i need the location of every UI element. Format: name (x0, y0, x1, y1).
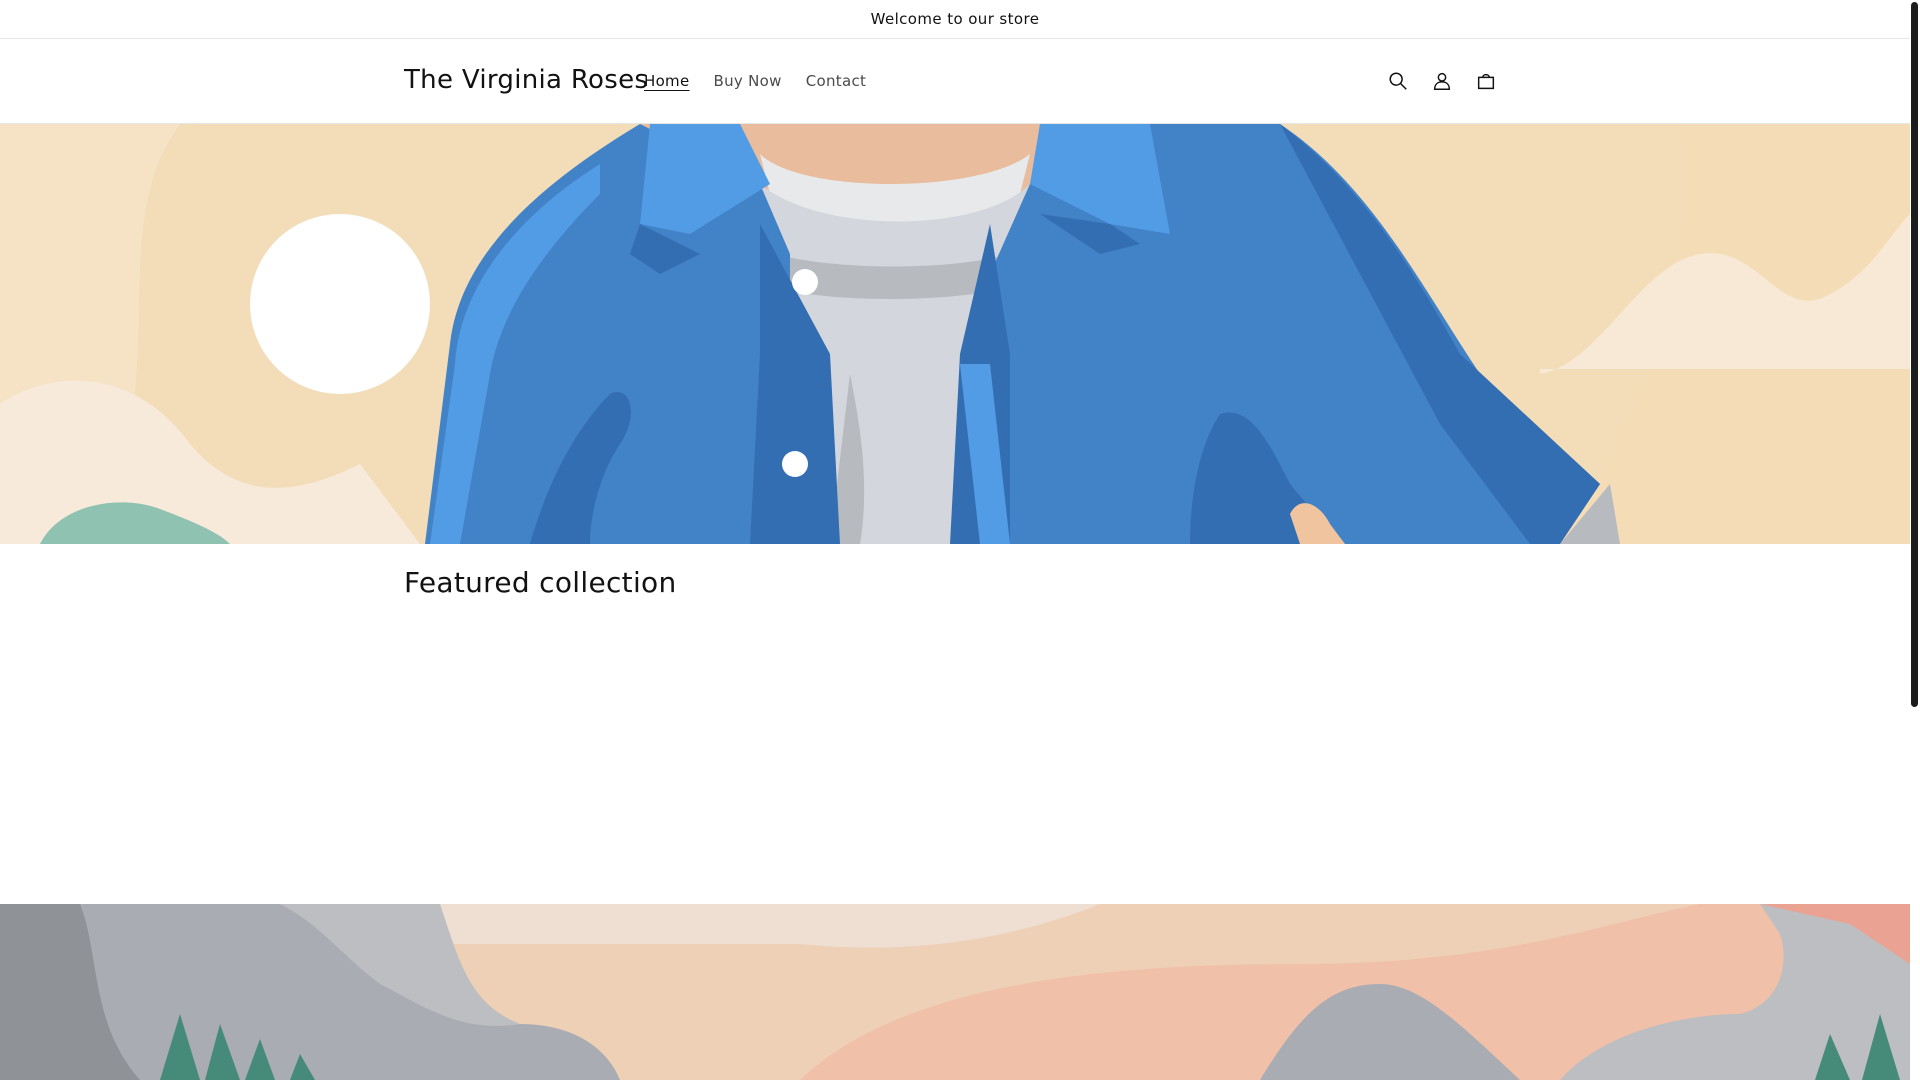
nav-home[interactable]: Home (632, 72, 702, 90)
footer-illustration (0, 904, 1910, 1080)
nav-contact[interactable]: Contact (794, 72, 878, 90)
hero-banner (0, 124, 1910, 544)
announcement-bar: Welcome to our store (0, 0, 1910, 39)
main-nav: Home Buy Now Contact (632, 72, 878, 90)
nav-buy-now[interactable]: Buy Now (702, 72, 794, 90)
site-header: The Virginia Roses Home Buy Now Contact (0, 39, 1910, 124)
page-scrollbar-thumb[interactable] (1911, 2, 1918, 707)
footer-illustration-banner (0, 904, 1910, 1080)
store-logo[interactable]: The Virginia Roses (404, 65, 648, 95)
cart-icon[interactable] (1468, 63, 1504, 99)
featured-collection-title: Featured collection (404, 566, 677, 599)
hero-illustration (0, 124, 1910, 544)
search-icon[interactable] (1380, 63, 1416, 99)
header-icons (1380, 63, 1504, 99)
announcement-text: Welcome to our store (870, 10, 1040, 28)
account-icon[interactable] (1424, 63, 1460, 99)
